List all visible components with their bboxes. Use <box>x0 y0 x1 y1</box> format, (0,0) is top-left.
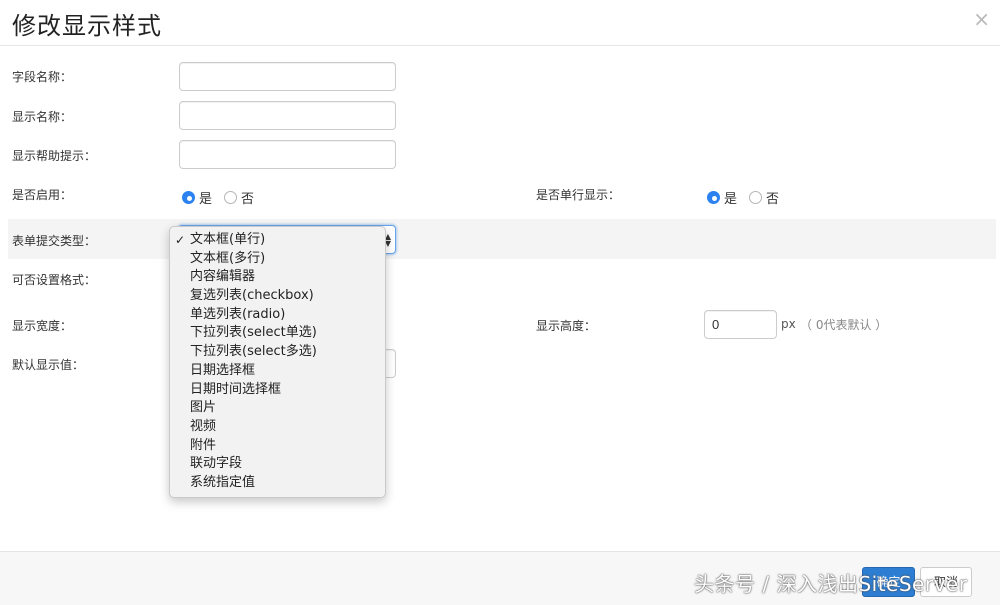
modal-header: 修改显示样式 × <box>0 0 1000 46</box>
submit-type-row <box>8 219 996 259</box>
enabled-no-label[interactable]: 否 <box>241 188 254 207</box>
submit-type-dropdown: ✓ 文本框(单行) 文本框(多行) 内容编辑器复选列表(checkbox) 单选列表(r… <box>169 226 386 498</box>
option-label: 系统指定值 <box>190 474 256 490</box>
option-label: 下拉列表(select多选) <box>190 344 317 360</box>
default-value-label: 默认显示值： <box>12 358 85 372</box>
height-unit: px <box>781 317 796 331</box>
single-line-yes-radio[interactable] <box>707 191 720 204</box>
option-label: 视频 <box>190 418 217 434</box>
option-label: 下拉列表(select单选) <box>190 325 317 341</box>
checkmark-icon: ✓ <box>175 233 186 247</box>
help-text-label: 显示帮助提示： <box>12 149 97 163</box>
format-label: 可否设置格式： <box>12 273 97 287</box>
submit-type-option[interactable]: 系统指定值 <box>170 474 385 493</box>
option-label: 复选列表(checkbox) <box>190 288 314 304</box>
height-label: 显示高度： <box>536 319 597 333</box>
submit-type-option[interactable]: 联动字段 <box>170 455 385 474</box>
submit-type-option[interactable]: 单选列表(radio) <box>170 306 385 325</box>
help-text-input[interactable] <box>179 140 396 169</box>
submit-type-label: 表单提交类型： <box>12 234 97 248</box>
single-line-no-label[interactable]: 否 <box>766 188 779 207</box>
option-label: 日期时间选择框 <box>190 381 282 397</box>
option-label: 文本框(多行) <box>190 250 266 266</box>
submit-type-option[interactable]: 日期时间选择框 <box>170 381 385 400</box>
watermark: 头条号 / 深入浅出SiteServer <box>694 572 968 596</box>
option-label: 文本框(单行) <box>190 232 266 247</box>
enabled-no-radio[interactable] <box>224 191 238 204</box>
option-label: 单选列表(radio) <box>190 306 286 322</box>
display-name-input[interactable] <box>179 101 396 130</box>
close-icon[interactable]: × <box>973 9 990 29</box>
submit-type-option[interactable]: 复选列表(checkbox) <box>170 287 385 306</box>
single-line-radio-group: 是 否 <box>707 188 791 207</box>
submit-type-option[interactable]: 文本框(多行) <box>170 250 385 269</box>
enabled-yes-radio[interactable] <box>182 191 195 204</box>
option-label: 内容编辑器 <box>190 269 256 285</box>
enabled-label: 是否启用： <box>12 188 73 202</box>
height-hint: （ 0代表默认 ） <box>800 318 888 332</box>
height-input[interactable] <box>704 310 777 339</box>
submit-type-option[interactable]: 日期选择框 <box>170 362 385 381</box>
option-label: 附件 <box>190 437 217 453</box>
option-label: 联动字段 <box>190 456 243 472</box>
modal-title: 修改显示样式 <box>12 12 162 40</box>
submit-type-option[interactable]: 附件 <box>170 437 385 456</box>
field-name-label: 字段名称： <box>12 70 73 84</box>
display-name-label: 显示名称： <box>12 110 73 124</box>
enabled-radio-group: 是 否 <box>182 188 266 207</box>
single-line-yes-label[interactable]: 是 <box>724 188 737 207</box>
submit-type-option[interactable]: 内容编辑器 <box>170 268 385 287</box>
width-label: 显示宽度： <box>12 319 73 333</box>
submit-type-option[interactable]: 下拉列表(select多选) <box>170 343 385 362</box>
single-line-no-radio[interactable] <box>749 191 763 204</box>
submit-type-option[interactable]: 下拉列表(select单选) <box>170 324 385 343</box>
option-label: 图片 <box>190 400 217 416</box>
option-label: 日期选择框 <box>190 362 256 378</box>
submit-type-option[interactable]: 图片 <box>170 399 385 418</box>
submit-type-option[interactable]: ✓ 文本框(单行) <box>170 231 385 250</box>
submit-type-option[interactable]: 视频 <box>170 418 385 437</box>
field-name-input[interactable] <box>179 62 396 91</box>
enabled-yes-label[interactable]: 是 <box>199 188 212 207</box>
single-line-label: 是否单行显示： <box>536 188 621 202</box>
